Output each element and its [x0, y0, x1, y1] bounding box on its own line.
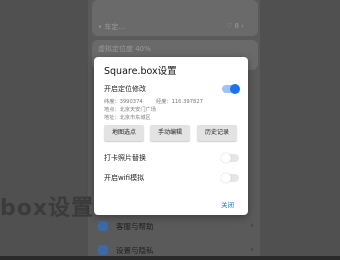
background-row-settings[interactable]: 设置与隐私 ›	[94, 240, 258, 260]
background-row-help[interactable]: 客服与帮助 ›	[94, 216, 258, 236]
history-button[interactable]: 历史记录	[197, 125, 237, 141]
longitude-text: 经度：116.397827	[156, 99, 203, 105]
wifi-sim-label: 开启wifi模拟	[104, 174, 145, 182]
address-text: 地址：北京市东城区	[104, 115, 151, 121]
toggle-knob	[221, 173, 231, 183]
background-header-text: • 车定...	[98, 23, 126, 31]
manual-edit-button[interactable]: 手动编辑	[150, 125, 190, 141]
background-header-right: ♡ 8 ›	[226, 22, 244, 30]
chevron-right-icon: ›	[250, 221, 254, 231]
right-margin	[260, 0, 340, 256]
background-percent-text: 虚拟定位度 40%	[98, 45, 151, 53]
help-icon	[98, 221, 108, 231]
background-row-label: 设置与隐私	[116, 245, 154, 255]
chevron-right-icon: ›	[250, 245, 254, 255]
place-text: 地点：北京天安门广场	[104, 107, 156, 113]
toggle-knob	[221, 153, 231, 163]
location-toggle[interactable]	[222, 84, 240, 94]
settings-icon	[98, 245, 108, 255]
map-pick-button[interactable]: 地图选点	[104, 125, 144, 141]
photo-replace-toggle[interactable]	[221, 153, 239, 163]
photo-replace-label: 打卡照片替换	[104, 154, 146, 162]
close-button[interactable]: 关闭	[221, 199, 234, 209]
location-toggle-label: 开启定位修改	[104, 85, 146, 93]
latitude-text: 纬度：3990374	[104, 99, 143, 105]
background-big-title: box设置	[0, 196, 95, 221]
wifi-sim-toggle[interactable]	[221, 173, 239, 183]
dialog-title: Square.box设置	[104, 66, 177, 77]
background-row-label: 客服与帮助	[116, 221, 154, 231]
toggle-knob	[230, 84, 240, 94]
settings-dialog: Square.box设置 开启定位修改 纬度：3990374 经度：116.39…	[94, 57, 248, 215]
